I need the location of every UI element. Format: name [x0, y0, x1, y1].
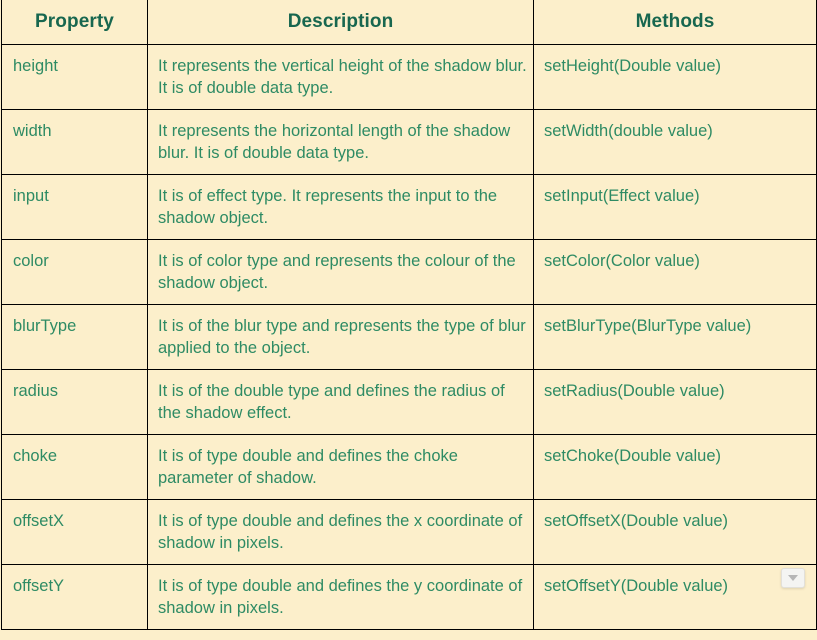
column-header-methods: Methods — [533, 0, 817, 45]
cell-description: It is of type double and defines the cho… — [147, 434, 534, 500]
cell-property: input — [1, 174, 148, 240]
property-method: setHeight(Double value) — [544, 57, 722, 75]
cell-description: It is of type double and defines the y c… — [147, 564, 534, 630]
property-method: setRadius(Double value) — [544, 382, 725, 400]
property-description: It is of type double and defines the cho… — [158, 447, 458, 487]
cell-description: It is of color type and represents the c… — [147, 239, 534, 305]
cell-property: offsetY — [1, 564, 148, 630]
cell-method: setWidth(double value) — [533, 109, 817, 175]
page-root: Property Description Methods height It r… — [0, 0, 817, 640]
cell-method: setBlurType(BlurType value) — [533, 304, 817, 370]
cell-method: setHeight(Double value) — [533, 44, 817, 110]
cell-property: width — [1, 109, 148, 175]
property-description: It is of type double and defines the x c… — [158, 512, 523, 552]
cell-description: It is of type double and defines the x c… — [147, 499, 534, 565]
property-description: It is of color type and represents the c… — [158, 252, 516, 292]
shadow-properties-table: Property Description Methods height It r… — [1, 0, 817, 630]
table-body: height It represents the vertical height… — [1, 44, 817, 630]
column-header-property: Property — [1, 0, 148, 45]
cell-property: offsetX — [1, 499, 148, 565]
property-name: color — [13, 252, 49, 270]
column-header-description: Description — [147, 0, 534, 45]
property-description: It represents the horizontal length of t… — [158, 122, 511, 162]
property-description: It is of type double and defines the y c… — [158, 577, 523, 617]
property-name: input — [13, 187, 49, 205]
property-name: blurType — [13, 317, 77, 335]
cell-method: setOffsetY(Double value) — [533, 564, 817, 630]
table-row: offsetY It is of type double and defines… — [1, 564, 817, 630]
property-name: height — [13, 57, 58, 75]
property-name: offsetX — [13, 512, 65, 530]
cell-description: It represents the horizontal length of t… — [147, 109, 534, 175]
cell-description: It is of the blur type and represents th… — [147, 304, 534, 370]
property-method: setOffsetY(Double value) — [544, 577, 729, 595]
property-method: setOffsetX(Double value) — [544, 512, 729, 530]
property-method: setInput(Effect value) — [544, 187, 700, 205]
caret-shape — [788, 575, 798, 581]
property-name: offsetY — [13, 577, 65, 595]
property-method: setColor(Color value) — [544, 252, 700, 270]
property-description: It represents the vertical height of the… — [158, 57, 527, 97]
property-method: setBlurType(BlurType value) — [544, 317, 752, 335]
table-row: radius It is of the double type and defi… — [1, 369, 817, 435]
cell-method: setOffsetX(Double value) — [533, 499, 817, 565]
cell-description: It is of the double type and defines the… — [147, 369, 534, 435]
property-description: It is of the double type and defines the… — [158, 382, 505, 422]
cell-property: height — [1, 44, 148, 110]
table-row: input It is of effect type. It represent… — [1, 174, 817, 240]
cell-description: It represents the vertical height of the… — [147, 44, 534, 110]
header-row: Property Description Methods — [1, 0, 817, 45]
property-name: choke — [13, 447, 58, 465]
cell-method: setChoke(Double value) — [533, 434, 817, 500]
chevron-down-icon[interactable] — [781, 568, 805, 588]
property-name: radius — [13, 382, 58, 400]
property-method: setChoke(Double value) — [544, 447, 722, 465]
property-method: setWidth(double value) — [544, 122, 713, 140]
table-row: blurType It is of the blur type and repr… — [1, 304, 817, 370]
cell-method: setRadius(Double value) — [533, 369, 817, 435]
cell-description: It is of effect type. It represents the … — [147, 174, 534, 240]
cell-property: choke — [1, 434, 148, 500]
property-description: It is of effect type. It represents the … — [158, 187, 498, 227]
cell-property: radius — [1, 369, 148, 435]
cell-property: blurType — [1, 304, 148, 370]
cell-method: setInput(Effect value) — [533, 174, 817, 240]
cell-method: setColor(Color value) — [533, 239, 817, 305]
property-description: It is of the blur type and represents th… — [158, 317, 526, 357]
table-row: height It represents the vertical height… — [1, 44, 817, 110]
table-row: color It is of color type and represents… — [1, 239, 817, 305]
cell-property: color — [1, 239, 148, 305]
table-row: offsetX It is of type double and defines… — [1, 499, 817, 565]
property-name: width — [13, 122, 52, 140]
table-header: Property Description Methods — [1, 0, 817, 45]
table-row: choke It is of type double and defines t… — [1, 434, 817, 500]
table-row: width It represents the horizontal lengt… — [1, 109, 817, 175]
